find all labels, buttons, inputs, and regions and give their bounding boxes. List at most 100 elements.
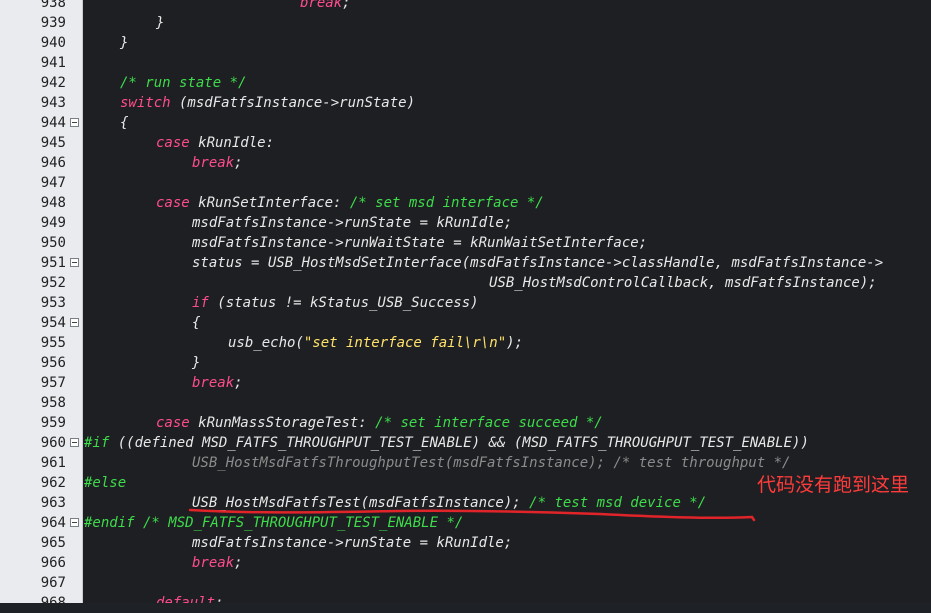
code-token: case	[156, 195, 190, 211]
code-line[interactable]: }	[192, 353, 200, 373]
line-number: 966	[40, 555, 66, 571]
code-token: break	[192, 555, 235, 571]
line-number-row: 941	[0, 53, 82, 73]
code-editor[interactable]: break;}} /* run state */ switch (msdFatfsI…	[83, 0, 931, 603]
fold-collapse-icon[interactable]	[70, 258, 79, 267]
code-line[interactable]: break;	[300, 0, 351, 13]
code-line[interactable]: msdFatfsInstance->runState = kRunIdle;	[192, 213, 512, 233]
line-number-row: 964	[0, 513, 82, 533]
line-number: 950	[40, 235, 66, 251]
code-line[interactable]: break;	[192, 553, 243, 573]
code-token: kRunSetInterface:	[189, 195, 350, 211]
code-token: /* MSD_FATFS_THROUGHPUT_TEST_ENABLE */	[134, 515, 464, 531]
code-token: }	[120, 35, 129, 51]
code-line[interactable]: case kRunSetInterface: /* set msd interf…	[156, 193, 544, 213]
code-line[interactable]: if (status != kStatus_USB_Success)	[192, 293, 479, 313]
code-line[interactable]: /* run state */	[120, 73, 246, 93]
line-number: 954	[40, 315, 66, 331]
line-number: 968	[40, 595, 66, 611]
code-token: /* run state */	[120, 75, 247, 91]
code-token: USB_HostMsdControlCallback, msdFatfsInst…	[489, 275, 877, 291]
line-number-row: 943	[0, 93, 82, 113]
code-line[interactable]: msdFatfsInstance->runWaitState = kRunWai…	[192, 233, 647, 253]
code-token: ;	[342, 0, 351, 11]
line-number-row: 961	[0, 453, 82, 473]
line-number: 956	[40, 355, 66, 371]
line-number-row: 950	[0, 233, 82, 253]
line-number-gutter: 938 939 940 941 942 943 944 945 946 947 948 949 950 9…	[0, 0, 83, 611]
line-number: 963	[40, 495, 66, 511]
code-token: if	[192, 295, 209, 311]
line-number-row: 960	[0, 433, 82, 453]
code-line[interactable]: #else	[84, 473, 126, 493]
code-line[interactable]: case kRunIdle:	[156, 133, 274, 153]
code-line[interactable]: case kRunMassStorageTest: /* set interfa…	[156, 413, 603, 433]
line-number-row: 963	[0, 493, 82, 513]
line-number: 948	[40, 195, 66, 211]
fold-collapse-icon[interactable]	[70, 518, 79, 527]
line-number-row: 938	[0, 0, 82, 13]
code-line[interactable]: {	[120, 113, 128, 133]
code-line[interactable]: USB_HostMsdFatfsTest(msdFatfsInstance); …	[192, 493, 706, 513]
line-number: 959	[40, 415, 66, 431]
code-line[interactable]: msdFatfsInstance->runState = kRunIdle;	[192, 533, 512, 553]
line-number-row: 955	[0, 333, 82, 353]
code-line[interactable]: }	[120, 33, 128, 53]
fold-collapse-icon[interactable]	[70, 318, 79, 327]
code-token: ;	[234, 155, 243, 171]
line-number: 946	[40, 155, 66, 171]
code-token: ((defined MSD_FATFS_THROUGHPUT_TEST_ENAB…	[109, 435, 809, 451]
line-number: 945	[40, 135, 66, 151]
line-number: 957	[40, 375, 66, 391]
code-line[interactable]: break;	[192, 373, 243, 393]
line-number: 960	[40, 435, 66, 451]
line-number: 939	[40, 15, 66, 31]
line-number-row: 953	[0, 293, 82, 313]
code-line[interactable]: default:	[156, 593, 223, 603]
fold-collapse-icon[interactable]	[70, 118, 79, 127]
code-token: :	[215, 595, 224, 603]
code-line[interactable]: USB_HostMsdControlCallback, msdFatfsInst…	[489, 273, 877, 293]
line-number-row: 965	[0, 533, 82, 553]
line-number-row: 940	[0, 33, 82, 53]
line-number-row: 957	[0, 373, 82, 393]
code-token: }	[156, 15, 165, 31]
code-token: USB_HostMsdFatfsTest(msdFatfsInstance);	[192, 495, 530, 511]
line-number-row: 946	[0, 153, 82, 173]
code-token: }	[192, 355, 201, 371]
line-number-row: 958	[0, 393, 82, 413]
code-line[interactable]: #if ((defined MSD_FATFS_THROUGHPUT_TEST_…	[84, 433, 809, 453]
line-number: 967	[40, 575, 66, 591]
line-number-row: 952	[0, 273, 82, 293]
code-line[interactable]: status = USB_HostMsdSetInterface(msdFatf…	[192, 253, 883, 273]
code-token: msdFatfsInstance->runWaitState = kRunWai…	[192, 235, 648, 251]
code-token: (status != kStatus_USB_Success)	[208, 295, 479, 311]
code-line[interactable]: USB_HostMsdFatfsThroughputTest(msdFatfsI…	[192, 453, 790, 473]
code-line[interactable]: switch (msdFatfsInstance->runState)	[120, 93, 415, 113]
line-number: 962	[40, 475, 66, 491]
line-number-row: 956	[0, 353, 82, 373]
code-line[interactable]: break;	[192, 153, 243, 173]
code-token: default	[156, 595, 216, 603]
line-number-row: 949	[0, 213, 82, 233]
code-line[interactable]: usb_echo("set interface fail\r\n");	[228, 333, 523, 353]
code-token: break	[192, 155, 235, 171]
code-token: case	[156, 135, 190, 151]
line-number-row: 948	[0, 193, 82, 213]
code-token: case	[156, 415, 190, 431]
code-line[interactable]: #endif /* MSD_FATFS_THROUGHPUT_TEST_ENAB…	[84, 513, 463, 533]
code-line[interactable]: }	[156, 13, 164, 33]
code-token: msdFatfsInstance->runState = kRunIdle;	[192, 535, 513, 551]
code-token: /* set msd interface */	[349, 195, 544, 211]
code-token: status = USB_HostMsdSetInterface(msdFatf…	[192, 255, 884, 271]
line-number: 944	[40, 115, 66, 131]
fold-collapse-icon[interactable]	[70, 438, 79, 447]
line-number: 961	[40, 455, 66, 471]
line-number: 940	[40, 35, 66, 51]
code-token: {	[192, 315, 201, 331]
code-line[interactable]: {	[192, 313, 200, 333]
line-number: 943	[40, 95, 66, 111]
line-number: 941	[40, 55, 66, 71]
line-number-row: 947	[0, 173, 82, 193]
line-number: 965	[40, 535, 66, 551]
